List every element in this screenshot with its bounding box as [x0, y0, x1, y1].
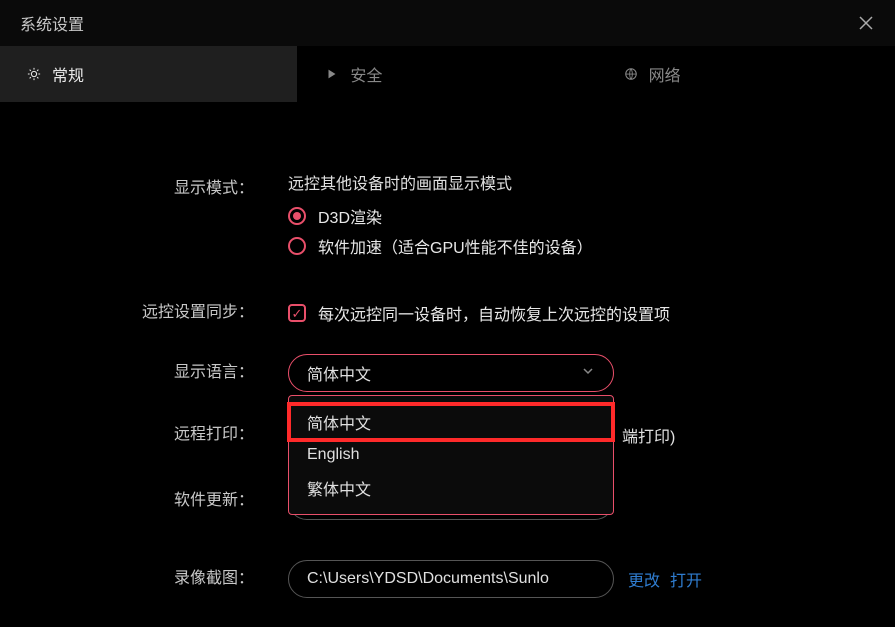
- row-sync: 远控设置同步： ✓ 每次远控同一设备时，自动恢复上次远控的设置项: [40, 294, 855, 332]
- language-option-zh-tw[interactable]: 繁体中文: [289, 470, 613, 506]
- recording-open-link[interactable]: 打开: [670, 567, 702, 591]
- checkbox-sync-label: 每次远控同一设备时，自动恢复上次远控的设置项: [318, 301, 670, 325]
- tab-general-label: 常规: [52, 62, 84, 86]
- tab-network[interactable]: 网络: [597, 46, 895, 102]
- tabs-bar: 常规 安全 网络: [0, 46, 895, 102]
- display-mode-label: 显示模式：: [40, 170, 288, 208]
- titlebar: 系统设置: [0, 0, 895, 46]
- globe-icon: [623, 66, 639, 82]
- row-display-mode: 显示模式： 远控其他设备时的画面显示模式 D3D渲染 软件加速（适合GPU性能不…: [40, 170, 855, 264]
- language-option-zh-cn[interactable]: 简体中文: [289, 404, 613, 440]
- gear-icon: [26, 66, 42, 82]
- shield-icon: [324, 66, 340, 82]
- display-mode-desc: 远控其他设备时的画面显示模式: [288, 170, 855, 194]
- tab-security-label: 安全: [350, 62, 382, 86]
- tab-general[interactable]: 常规: [0, 46, 298, 102]
- recording-change-link[interactable]: 更改: [628, 567, 660, 591]
- close-icon: [858, 15, 874, 31]
- language-label: 显示语言：: [40, 354, 288, 392]
- tab-security[interactable]: 安全: [298, 46, 596, 102]
- language-option-en[interactable]: English: [289, 440, 613, 470]
- language-dropdown: 简体中文 English 繁体中文: [288, 395, 614, 515]
- remote-print-label: 远程打印：: [40, 416, 288, 454]
- radio-d3d[interactable]: D3D渲染: [288, 204, 855, 228]
- row-language: 显示语言： 简体中文 简体中文 English 繁体中文: [40, 354, 855, 392]
- tab-network-label: 网络: [649, 62, 681, 86]
- window-title: 系统设置: [20, 11, 84, 35]
- close-button[interactable]: [855, 12, 877, 34]
- recording-label: 录像截图：: [40, 560, 288, 598]
- radio-software[interactable]: 软件加速（适合GPU性能不佳的设备）: [288, 234, 855, 258]
- radio-indicator-off-icon: [288, 237, 306, 255]
- settings-panel: 显示模式： 远控其他设备时的画面显示模式 D3D渲染 软件加速（适合GPU性能不…: [0, 102, 895, 598]
- row-recording: 录像截图： C:\Users\YDSD\Documents\Sunlo 更改 打…: [40, 560, 855, 598]
- checkbox-sync[interactable]: ✓ 每次远控同一设备时，自动恢复上次远控的设置项: [288, 301, 855, 325]
- language-select[interactable]: 简体中文 简体中文 English 繁体中文: [288, 354, 614, 392]
- recording-path-value: C:\Users\YDSD\Documents\Sunlo: [307, 570, 549, 588]
- language-selected-value: 简体中文: [307, 361, 371, 385]
- chevron-down-icon: [581, 364, 595, 383]
- sync-label: 远控设置同步：: [40, 294, 288, 332]
- checkbox-checked-icon: ✓: [288, 304, 306, 322]
- update-label: 软件更新：: [40, 482, 288, 520]
- radio-d3d-label: D3D渲染: [318, 204, 382, 228]
- radio-indicator-on-icon: [288, 207, 306, 225]
- recording-path-box[interactable]: C:\Users\YDSD\Documents\Sunlo: [288, 560, 614, 598]
- remote-print-trailing: 端打印): [622, 423, 675, 447]
- radio-software-label: 软件加速（适合GPU性能不佳的设备）: [318, 234, 593, 258]
